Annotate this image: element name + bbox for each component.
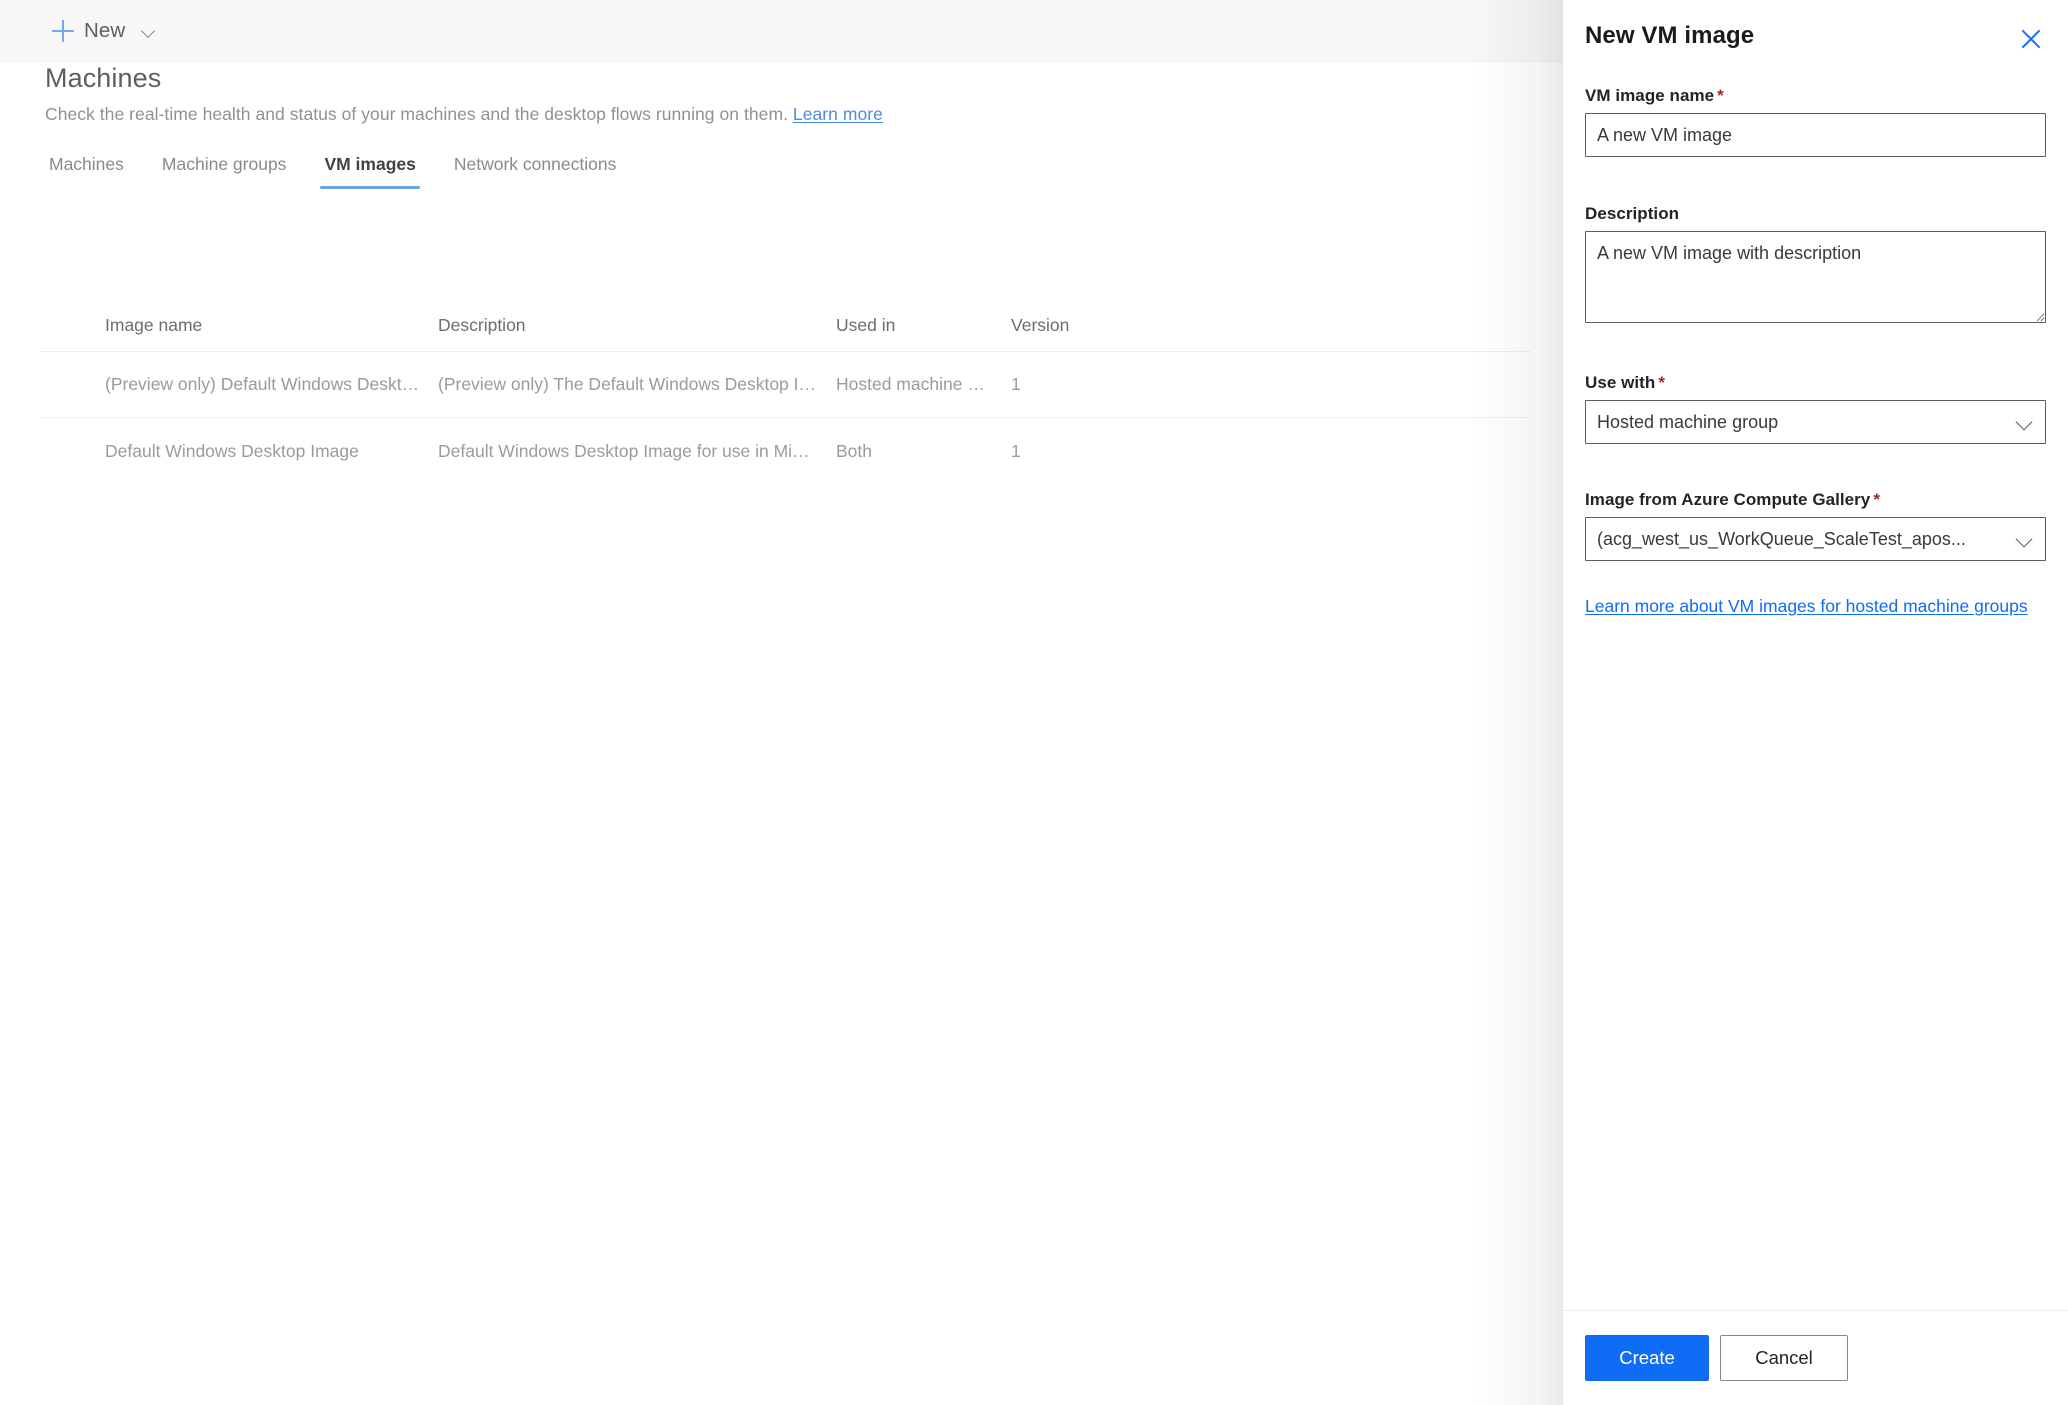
- tab-vm-images[interactable]: VM images: [305, 148, 434, 189]
- table-row[interactable]: (Preview only) Default Windows Desktop I…: [40, 352, 1530, 418]
- cell-image-name: (Preview only) Default Windows Desktop I…: [105, 374, 438, 394]
- panel-footer: Create Cancel: [1563, 1310, 2068, 1405]
- description-textarea[interactable]: [1585, 231, 2046, 323]
- image-from-gallery-dropdown[interactable]: (acg_west_us_WorkQueue_ScaleTest_apos...: [1585, 517, 2046, 561]
- column-header-description[interactable]: Description: [438, 315, 836, 336]
- new-button[interactable]: New: [44, 8, 163, 54]
- field-vm-image-name: VM image name *: [1585, 86, 2046, 157]
- command-bar: New: [0, 0, 1563, 63]
- chevron-down-icon: [141, 24, 155, 38]
- tab-bar: Machines Machine groups VM images Networ…: [45, 148, 635, 189]
- cell-used-in: Hosted machine group: [836, 374, 1011, 394]
- chevron-down-icon: [2011, 517, 2045, 561]
- label-image-from-gallery: Image from Azure Compute Gallery *: [1585, 490, 1880, 509]
- use-with-value: Hosted machine group: [1597, 411, 1779, 432]
- image-from-gallery-value: (acg_west_us_WorkQueue_ScaleTest_apos...: [1597, 528, 1966, 549]
- field-image-from-gallery: Image from Azure Compute Gallery * (acg_w…: [1585, 490, 2046, 561]
- table-row[interactable]: Default Windows Desktop Image Default Wi…: [40, 418, 1530, 484]
- learn-more-vm-images-link[interactable]: Learn more about VM images for hosted ma…: [1585, 594, 2050, 618]
- column-header-used-in[interactable]: Used in: [836, 315, 1011, 336]
- app-root: New Machines Check the real-time health …: [0, 0, 2068, 1405]
- table-header-row: Image name Description Used in Version: [40, 300, 1530, 352]
- field-description: Description: [1585, 204, 2046, 328]
- close-icon[interactable]: [2014, 22, 2048, 56]
- cell-description: Default Windows Desktop Image for use in…: [438, 440, 836, 461]
- create-button[interactable]: Create: [1585, 1335, 1709, 1381]
- label-vm-image-name: VM image name *: [1585, 86, 1724, 105]
- vm-image-name-input[interactable]: [1585, 113, 2046, 157]
- label-use-with: Use with *: [1585, 373, 1665, 392]
- page-subtitle-text: Check the real-time health and status of…: [45, 104, 788, 124]
- learn-more-link[interactable]: Learn more: [793, 104, 883, 124]
- cell-version: 1: [1011, 440, 1021, 461]
- panel-drop-shadow: [1473, 0, 1563, 1405]
- new-button-label: New: [84, 19, 126, 42]
- chevron-down-icon: [2011, 400, 2045, 444]
- panel-title: New VM image: [1585, 22, 1755, 49]
- required-marker: *: [1658, 373, 1665, 392]
- required-marker: *: [1873, 490, 1880, 509]
- column-header-image-name[interactable]: Image name: [40, 315, 438, 336]
- cell-image-name: Default Windows Desktop Image: [105, 440, 359, 461]
- cancel-button[interactable]: Cancel: [1720, 1335, 1848, 1381]
- cell-used-in: Both: [836, 440, 872, 461]
- field-use-with: Use with * Hosted machine group: [1585, 373, 2046, 444]
- column-header-version[interactable]: Version: [1011, 315, 1131, 336]
- tab-network-connections[interactable]: Network connections: [435, 148, 635, 189]
- label-description: Description: [1585, 204, 1680, 223]
- vm-images-table: Image name Description Used in Version (…: [40, 300, 1530, 484]
- use-with-dropdown[interactable]: Hosted machine group: [1585, 400, 2046, 444]
- tab-machine-groups[interactable]: Machine groups: [143, 148, 306, 189]
- page-subtitle: Check the real-time health and status of…: [45, 104, 883, 125]
- tab-machines[interactable]: Machines: [45, 148, 143, 189]
- cell-description: (Preview only) The Default Windows Deskt…: [438, 374, 836, 394]
- new-vm-image-panel: New VM image VM image name* Description: [1563, 0, 2068, 1405]
- page-title: Machines: [45, 63, 162, 93]
- panel-body: New VM image VM image name* Description: [1563, 0, 2068, 1310]
- cell-version: 1: [1011, 374, 1021, 394]
- machines-page: New Machines Check the real-time health …: [0, 0, 1563, 1405]
- plus-icon: [52, 20, 74, 42]
- required-marker: *: [1717, 86, 1724, 105]
